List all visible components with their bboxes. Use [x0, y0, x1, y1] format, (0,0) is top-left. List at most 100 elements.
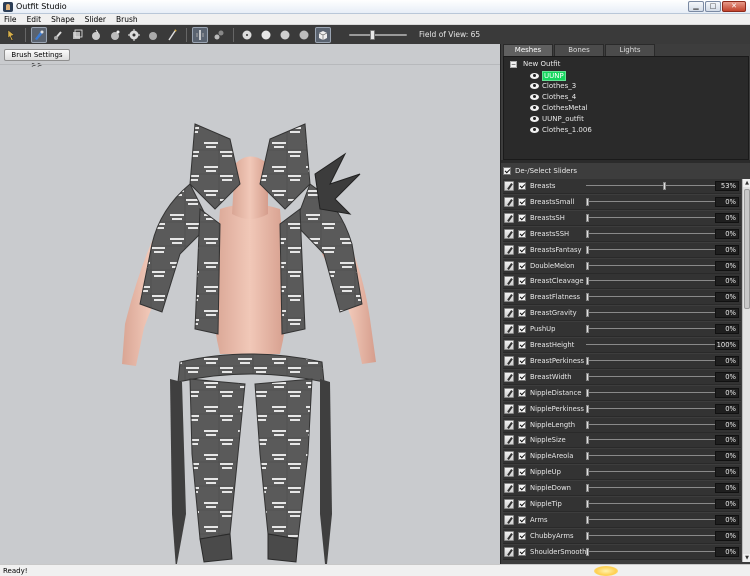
flat-shading-icon[interactable] [297, 28, 311, 42]
slider-checkbox[interactable] [518, 261, 526, 270]
slider-thumb[interactable] [586, 404, 589, 413]
slider-checkbox[interactable] [518, 372, 526, 381]
deflate-brush-icon[interactable] [51, 28, 65, 42]
tab-meshes[interactable]: Meshes [503, 44, 553, 56]
slider-control[interactable] [586, 276, 736, 286]
brush-edit-icon[interactable] [504, 308, 514, 319]
slider-checkbox[interactable] [518, 309, 526, 318]
slider-value-field[interactable]: 0% [715, 451, 739, 462]
menu-shape[interactable]: Shape [51, 15, 75, 24]
slider-checkbox[interactable] [518, 436, 526, 445]
slider-checkbox[interactable] [518, 500, 526, 508]
color-brush-icon[interactable] [127, 28, 141, 42]
tree-item-mesh[interactable]: Clothes_4 [530, 93, 576, 101]
brush-edit-icon[interactable] [504, 324, 514, 335]
tree-item-mesh[interactable]: Clothes_3 [530, 82, 576, 90]
brush-edit-icon[interactable] [504, 276, 514, 287]
slider-control[interactable] [586, 213, 736, 223]
close-button[interactable]: ✕ [722, 1, 746, 12]
slider-value-field[interactable]: 0% [715, 530, 739, 541]
slider-checkbox[interactable] [518, 341, 526, 349]
slider-value-field[interactable]: 0% [715, 546, 739, 557]
brush-edit-icon[interactable] [504, 467, 514, 478]
slider-value-field[interactable]: 100% [715, 340, 739, 350]
slider-thumb[interactable] [586, 452, 589, 461]
scroll-up-arrow-icon[interactable]: ▲ [743, 179, 750, 187]
menu-edit[interactable]: Edit [27, 15, 42, 24]
slider-control[interactable] [586, 181, 736, 191]
visibility-eye-icon[interactable] [530, 105, 539, 111]
brush-edit-icon[interactable] [504, 181, 514, 191]
slider-thumb[interactable] [586, 484, 589, 493]
slider-thumb[interactable] [586, 261, 589, 270]
brush-edit-icon[interactable] [504, 228, 514, 239]
brush-edit-icon[interactable] [504, 260, 514, 271]
slider-control[interactable] [586, 499, 736, 509]
select-icon[interactable] [4, 28, 18, 42]
tab-bones[interactable]: Bones [554, 44, 604, 56]
slider-control[interactable] [586, 245, 736, 255]
visibility-eye-icon[interactable] [530, 116, 539, 122]
slider-checkbox[interactable] [518, 388, 526, 397]
slider-thumb[interactable] [586, 372, 589, 381]
slider-thumb[interactable] [586, 213, 589, 222]
brush-edit-icon[interactable] [504, 483, 514, 494]
slider-thumb[interactable] [663, 182, 667, 190]
inflate-brush-icon[interactable] [31, 26, 47, 43]
slider-control[interactable] [586, 515, 736, 525]
smooth-shading-icon[interactable] [278, 28, 292, 42]
brush-edit-icon[interactable] [504, 514, 514, 525]
slider-checkbox[interactable] [518, 547, 526, 556]
scroll-thumb[interactable] [744, 189, 750, 309]
slider-control[interactable] [586, 324, 736, 334]
slider-control[interactable] [586, 388, 736, 398]
slider-control[interactable] [586, 547, 736, 557]
slider-checkbox[interactable] [518, 277, 526, 286]
brush-edit-icon[interactable] [504, 212, 514, 223]
field-of-view-thumb[interactable] [370, 29, 376, 40]
slider-control[interactable] [586, 261, 736, 271]
slider-thumb[interactable] [586, 325, 589, 334]
slider-value-field[interactable]: 0% [715, 308, 739, 319]
slider-value-field[interactable]: 53% [715, 181, 739, 191]
slider-thumb[interactable] [586, 420, 589, 429]
slider-value-field[interactable]: 0% [715, 467, 739, 478]
slider-checkbox[interactable] [518, 452, 526, 461]
texture-icon[interactable] [315, 26, 331, 43]
slider-thumb[interactable] [586, 547, 589, 556]
3d-viewport[interactable]: Brush Settings >> [0, 44, 500, 574]
collapse-icon[interactable]: − [510, 60, 517, 68]
brush-edit-icon[interactable] [504, 355, 514, 366]
slider-value-field[interactable]: 0% [715, 371, 739, 382]
slider-value-field[interactable]: 0% [715, 387, 739, 398]
brush-edit-icon[interactable] [504, 530, 514, 541]
smooth-brush-icon[interactable] [89, 28, 103, 42]
slider-control[interactable] [586, 451, 736, 461]
slider-control[interactable] [586, 531, 736, 541]
brush-edit-icon[interactable] [504, 546, 514, 557]
visibility-eye-icon[interactable] [530, 73, 539, 79]
tab-lights[interactable]: Lights [605, 44, 655, 56]
edit-icon[interactable] [146, 28, 160, 42]
brush-edit-icon[interactable] [504, 403, 514, 414]
slider-checkbox[interactable] [518, 468, 526, 477]
slider-value-field[interactable]: 0% [715, 228, 739, 239]
slider-checkbox[interactable] [518, 245, 526, 254]
menu-file[interactable]: File [4, 15, 17, 24]
slider-value-field[interactable]: 0% [715, 244, 739, 255]
slider-value-field[interactable]: 0% [715, 435, 739, 446]
slider-value-field[interactable]: 0% [715, 212, 739, 223]
slider-value-field[interactable]: 0% [715, 499, 739, 509]
slider-thumb[interactable] [586, 309, 589, 318]
slider-thumb[interactable] [586, 500, 589, 508]
scroll-down-arrow-icon[interactable]: ▼ [743, 554, 750, 562]
slider-checkbox[interactable] [518, 484, 526, 493]
slider-thumb[interactable] [586, 436, 589, 445]
brush-edit-icon[interactable] [504, 196, 514, 207]
slider-checkbox[interactable] [518, 515, 526, 524]
menu-brush[interactable]: Brush [116, 15, 138, 24]
slider-value-field[interactable]: 0% [715, 276, 739, 287]
slider-thumb[interactable] [586, 388, 589, 397]
weight-brush-icon[interactable] [108, 28, 122, 42]
slider-value-field[interactable]: 0% [715, 292, 739, 303]
